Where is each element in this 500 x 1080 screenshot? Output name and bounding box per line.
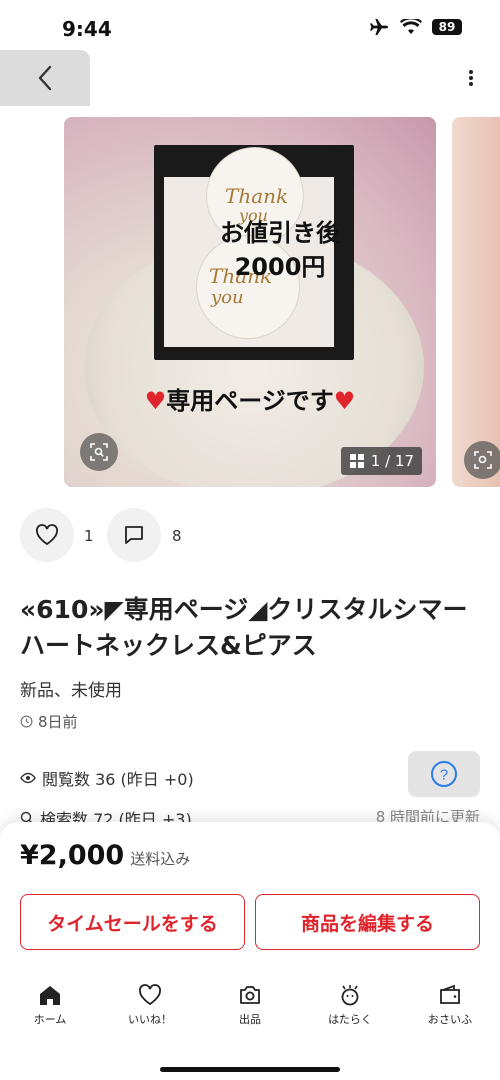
tag-text: Thank bbox=[225, 184, 289, 208]
status-time: 9:44 bbox=[62, 17, 112, 41]
view-stats: 閲覧数 36 (昨日 +0) bbox=[20, 766, 194, 790]
tab-wallet[interactable]: おさいふ bbox=[400, 984, 500, 1054]
help-button[interactable]: ? bbox=[408, 751, 480, 797]
eye-icon bbox=[20, 772, 36, 784]
home-indicator bbox=[160, 1067, 340, 1072]
tab-bar: ホーム いいね！ 出品 はたらく おさいふ bbox=[0, 984, 500, 1054]
back-button[interactable] bbox=[0, 50, 90, 106]
more-dot-icon bbox=[469, 70, 473, 74]
photo-overlay-banner: ♥専用ページです♥ bbox=[64, 381, 436, 416]
tab-sell[interactable]: 出品 bbox=[200, 984, 300, 1054]
camera-icon bbox=[240, 986, 260, 1004]
more-options-button[interactable] bbox=[466, 66, 476, 90]
tab-home[interactable]: ホーム bbox=[0, 984, 100, 1054]
tab-label: ホーム bbox=[33, 1013, 67, 1026]
comment-icon bbox=[125, 526, 143, 544]
status-bar: 9:44 89 bbox=[0, 0, 500, 50]
price-value: ¥2,000 bbox=[20, 840, 125, 871]
wallet-icon bbox=[440, 984, 460, 1004]
photo-overlay-text: お値引き後 bbox=[220, 219, 340, 247]
photo-counter[interactable]: 1 / 17 bbox=[340, 447, 422, 475]
shipping-note: 送料込み bbox=[130, 850, 191, 868]
product-photo[interactable]: Thank you Thank you お値引き後 2000円 ♥専用ページです… bbox=[64, 117, 436, 487]
next-product-photo[interactable] bbox=[452, 117, 500, 487]
comment-count: 8 bbox=[172, 527, 182, 545]
tab-label: 出品 bbox=[239, 1013, 261, 1026]
image-search-button[interactable] bbox=[464, 441, 500, 479]
tab-work[interactable]: はたらく bbox=[300, 984, 400, 1054]
posted-time: 8日前 bbox=[20, 711, 78, 732]
grid-icon bbox=[349, 454, 364, 468]
comment-button[interactable] bbox=[107, 508, 161, 562]
image-search-icon bbox=[90, 443, 108, 461]
battery-indicator: 89 bbox=[432, 19, 462, 35]
tab-label: はたらく bbox=[328, 1013, 372, 1026]
price-row: ¥2,000 送料込み bbox=[20, 840, 190, 871]
tab-label: いいね！ bbox=[128, 1013, 172, 1026]
item-title: «610»◤専用ページ◢クリスタルシマーハートネックレス&ピアス bbox=[20, 595, 468, 660]
work-icon bbox=[341, 985, 359, 1006]
like-button[interactable] bbox=[20, 508, 74, 562]
status-icons: 89 bbox=[368, 18, 462, 36]
tab-likes[interactable]: いいね！ bbox=[100, 984, 200, 1054]
heart-icon bbox=[139, 984, 161, 1006]
banner-text: 専用ページです bbox=[166, 387, 334, 415]
image-search-button[interactable] bbox=[80, 433, 118, 471]
home-icon bbox=[40, 986, 60, 1005]
like-count: 1 bbox=[84, 527, 94, 545]
help-icon: ? bbox=[431, 761, 457, 787]
purchase-sheet: ¥2,000 送料込み タイムセールをする 商品を編集する ホーム いいね！ 出… bbox=[0, 822, 500, 1080]
item-condition: 新品、未使用 bbox=[20, 681, 122, 701]
photo-overlay-price: 2000円 bbox=[234, 253, 326, 281]
wifi-icon bbox=[400, 19, 422, 34]
tag-text: you bbox=[211, 287, 244, 308]
photo-counter-text: 1 / 17 bbox=[370, 452, 414, 470]
posted-time-text: 8日前 bbox=[38, 713, 78, 731]
tab-label: おさいふ bbox=[428, 1013, 472, 1026]
heart-glyph-icon: ♥ bbox=[144, 387, 167, 415]
more-dot-icon bbox=[469, 76, 473, 80]
more-dot-icon bbox=[469, 82, 473, 86]
chevron-left-icon bbox=[38, 65, 52, 91]
timesale-button[interactable]: タイムセールをする bbox=[20, 894, 245, 950]
heart-glyph-icon: ♥ bbox=[333, 387, 356, 415]
heart-outline-icon bbox=[36, 524, 58, 546]
view-stats-text: 閲覧数 36 (昨日 +0) bbox=[42, 770, 194, 789]
image-search-icon bbox=[474, 451, 492, 469]
svg-text:?: ? bbox=[440, 767, 448, 784]
airplane-icon bbox=[370, 18, 388, 36]
edit-item-button[interactable]: 商品を編集する bbox=[255, 894, 480, 950]
clock-icon bbox=[20, 715, 33, 728]
